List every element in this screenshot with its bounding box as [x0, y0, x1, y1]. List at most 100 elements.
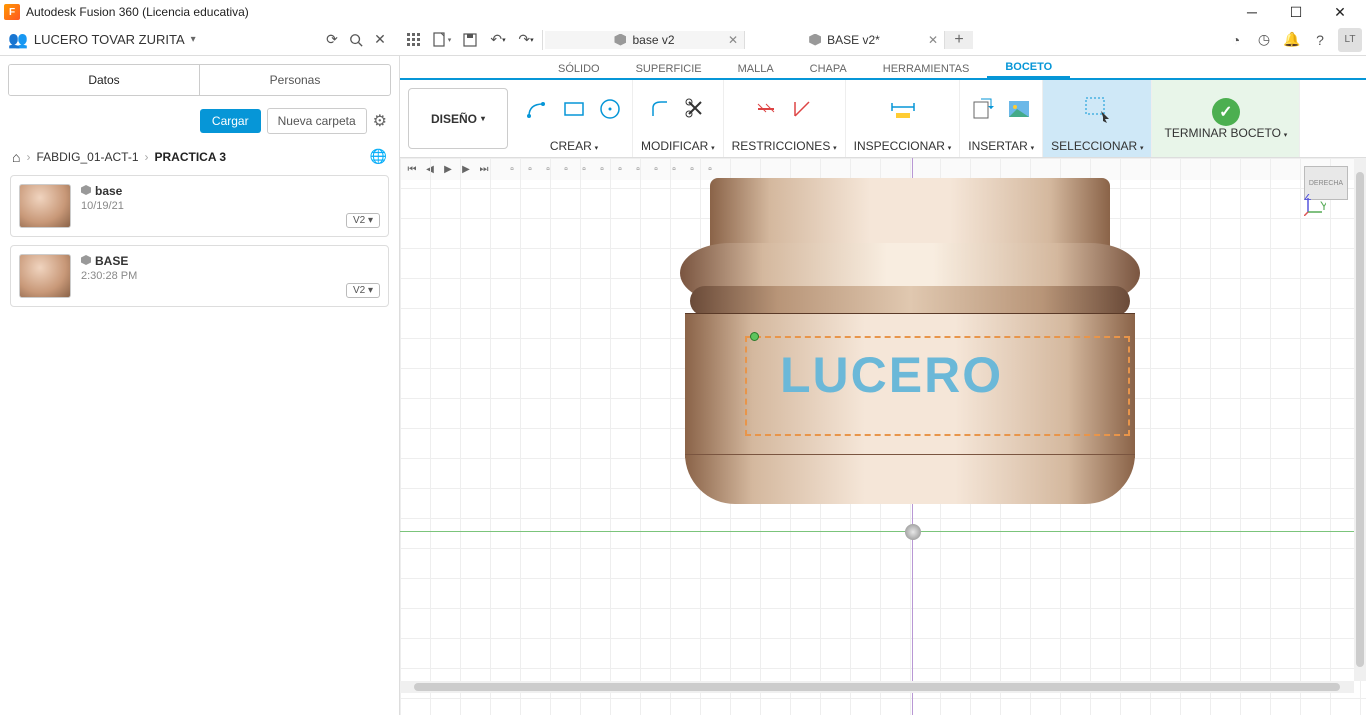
breadcrumb: ⌂ › FABDIG_01-ACT-1 › PRACTICA 3 🌐 — [0, 142, 399, 171]
tab-tools[interactable]: HERRAMIENTAS — [865, 60, 988, 78]
insert-image-icon[interactable] — [1005, 95, 1033, 123]
group-label[interactable]: INSERTAR ▾ — [968, 139, 1034, 153]
origin-marker[interactable] — [905, 524, 921, 540]
horizontal-scrollbar[interactable] — [400, 681, 1354, 693]
workspace-switcher[interactable]: DISEÑO▾ — [408, 88, 508, 149]
ribbon-group-create: CREAR ▾ — [516, 80, 633, 157]
ribbon-group-inspect: INSPECCIONAR ▾ — [846, 80, 961, 157]
model-render — [670, 158, 1150, 508]
close-tab-icon[interactable]: ✕ — [928, 33, 938, 47]
chevron-right-icon: › — [145, 150, 149, 164]
file-card[interactable]: BASE 2:30:28 PM V2 ▾ — [10, 245, 389, 307]
team-icon: 👥 — [8, 30, 28, 50]
sketch-endpoint[interactable] — [750, 332, 759, 341]
group-label[interactable]: RESTRICCIONES ▾ — [732, 139, 837, 153]
search-button[interactable] — [344, 28, 368, 52]
data-panel-actions: Cargar Nueva carpeta ⚙ — [0, 104, 399, 142]
group-label[interactable]: MODIFICAR ▾ — [641, 139, 715, 153]
close-tab-icon[interactable]: ✕ — [728, 33, 738, 47]
chevron-down-icon[interactable]: ▾ — [191, 34, 196, 45]
group-label[interactable]: SELECCIONAR ▾ — [1051, 139, 1143, 153]
vertical-scrollbar[interactable] — [1354, 158, 1366, 681]
component-icon — [81, 255, 91, 265]
circle-tool-icon[interactable] — [596, 95, 624, 123]
upload-button[interactable]: Cargar — [200, 109, 261, 133]
fillet-tool-icon[interactable] — [646, 95, 674, 123]
settings-gear-icon[interactable]: ⚙ — [373, 111, 387, 131]
group-label[interactable]: CREAR ▾ — [550, 139, 598, 153]
line-tool-icon[interactable] — [524, 95, 552, 123]
ribbon-group-select: SELECCIONAR ▾ — [1043, 80, 1152, 157]
close-window-button[interactable]: ✕ — [1318, 0, 1362, 24]
document-tab-base[interactable]: base v2 ✕ — [545, 31, 745, 49]
data-panel-tabs: Datos Personas — [8, 64, 391, 96]
user-name[interactable]: LUCERO TOVAR ZURITA — [34, 32, 185, 47]
grid-apps-button[interactable] — [400, 26, 428, 54]
tab-sketch[interactable]: BOCETO — [987, 58, 1070, 78]
file-thumbnail — [19, 254, 71, 298]
horizontal-constraint-icon[interactable] — [752, 95, 780, 123]
version-dropdown[interactable]: V2 ▾ — [346, 213, 380, 228]
close-panel-button[interactable]: ✕ — [368, 28, 392, 52]
new-tab-button[interactable]: + — [945, 31, 973, 49]
file-card[interactable]: base 10/19/21 V2 ▾ — [10, 175, 389, 237]
tab-surface[interactable]: SUPERFICIE — [618, 60, 720, 78]
view-cube[interactable]: DERECHA ZY — [1304, 166, 1354, 216]
workspace-tabs: SÓLIDO SUPERFICIE MALLA CHAPA HERRAMIENT… — [400, 56, 1366, 78]
quick-access-toolbar: ▾ ↶▾ ↷▾ base v2 ✕ BASE v2* ✕ + — [400, 24, 1218, 56]
help-button[interactable]: ? — [1306, 26, 1334, 54]
window-titlebar: F Autodesk Fusion 360 (Licencia educativ… — [0, 0, 1366, 24]
component-icon — [81, 185, 91, 195]
ribbon-toolbar: DISEÑO▾ CREAR ▾ MODIFICAR ▾ — [400, 78, 1366, 158]
tab-datos[interactable]: Datos — [9, 65, 200, 95]
trim-tool-icon[interactable] — [682, 95, 710, 123]
file-thumbnail — [19, 184, 71, 228]
redo-button[interactable]: ↷▾ — [512, 26, 540, 54]
ribbon-group-insert: INSERTAR ▾ — [960, 80, 1043, 157]
new-folder-button[interactable]: Nueva carpeta — [267, 108, 367, 134]
tab-sheet[interactable]: CHAPA — [792, 60, 865, 78]
file-menu-button[interactable]: ▾ — [428, 26, 456, 54]
group-label[interactable]: INSPECCIONAR ▾ — [854, 139, 952, 153]
measure-tool-icon[interactable] — [888, 95, 916, 123]
version-dropdown[interactable]: V2 ▾ — [346, 283, 380, 298]
engraved-text: LUCERO — [780, 346, 1003, 404]
file-date: 10/19/21 — [81, 200, 124, 212]
notifications-button[interactable]: 🔔 — [1278, 26, 1306, 54]
user-avatar[interactable]: LT — [1338, 28, 1362, 52]
coincident-constraint-icon[interactable] — [788, 95, 816, 123]
save-button[interactable] — [456, 26, 484, 54]
tab-mesh[interactable]: MALLA — [720, 60, 792, 78]
rectangle-tool-icon[interactable] — [560, 95, 588, 123]
home-icon[interactable]: ⌂ — [12, 149, 20, 165]
refresh-button[interactable]: ⟳ — [320, 28, 344, 52]
ribbon-group-modify: MODIFICAR ▾ — [633, 80, 724, 157]
component-icon — [809, 34, 821, 46]
group-label: TERMINAR BOCETO ▾ — [1164, 126, 1287, 140]
tab-label: BASE v2* — [827, 33, 880, 47]
undo-button[interactable]: ↶▾ — [484, 26, 512, 54]
document-tab-base2[interactable]: BASE v2* ✕ — [745, 31, 945, 49]
select-tool-icon[interactable] — [1083, 95, 1111, 123]
extensions-button[interactable]: ◔ — [1222, 26, 1250, 54]
svg-text:Y: Y — [1320, 199, 1326, 213]
document-tabs: base v2 ✕ BASE v2* ✕ + — [545, 31, 1218, 49]
check-icon: ✓ — [1212, 98, 1240, 126]
canvas-area: SÓLIDO SUPERFICIE MALLA CHAPA HERRAMIENT… — [400, 56, 1366, 715]
data-panel-header: 👥 LUCERO TOVAR ZURITA ▾ ⟳ ✕ — [0, 24, 400, 56]
right-cluster: ◔ ◷ 🔔 ? LT — [1218, 24, 1366, 56]
ribbon-group-constraints: RESTRICCIONES ▾ — [724, 80, 846, 157]
job-status-button[interactable]: ◷ — [1250, 26, 1278, 54]
globe-icon[interactable]: 🌐 — [370, 148, 387, 165]
viewport[interactable]: LUCERO DERECHA ZY ⏮ ◀ ▶ ▶ ⏭ ▫ ▫ ▫ ▫ — [400, 158, 1366, 715]
breadcrumb-item-current: PRACTICA 3 — [155, 150, 227, 164]
minimize-button[interactable]: ─ — [1230, 0, 1274, 24]
tab-label: base v2 — [632, 33, 674, 47]
insert-derive-icon[interactable] — [969, 95, 997, 123]
file-name: base — [81, 184, 124, 198]
maximize-button[interactable]: ☐ — [1274, 0, 1318, 24]
tab-solid[interactable]: SÓLIDO — [540, 60, 618, 78]
finish-sketch-button[interactable]: ✓ TERMINAR BOCETO ▾ — [1152, 80, 1300, 157]
breadcrumb-item[interactable]: FABDIG_01-ACT-1 — [36, 150, 138, 164]
tab-personas[interactable]: Personas — [200, 65, 390, 95]
